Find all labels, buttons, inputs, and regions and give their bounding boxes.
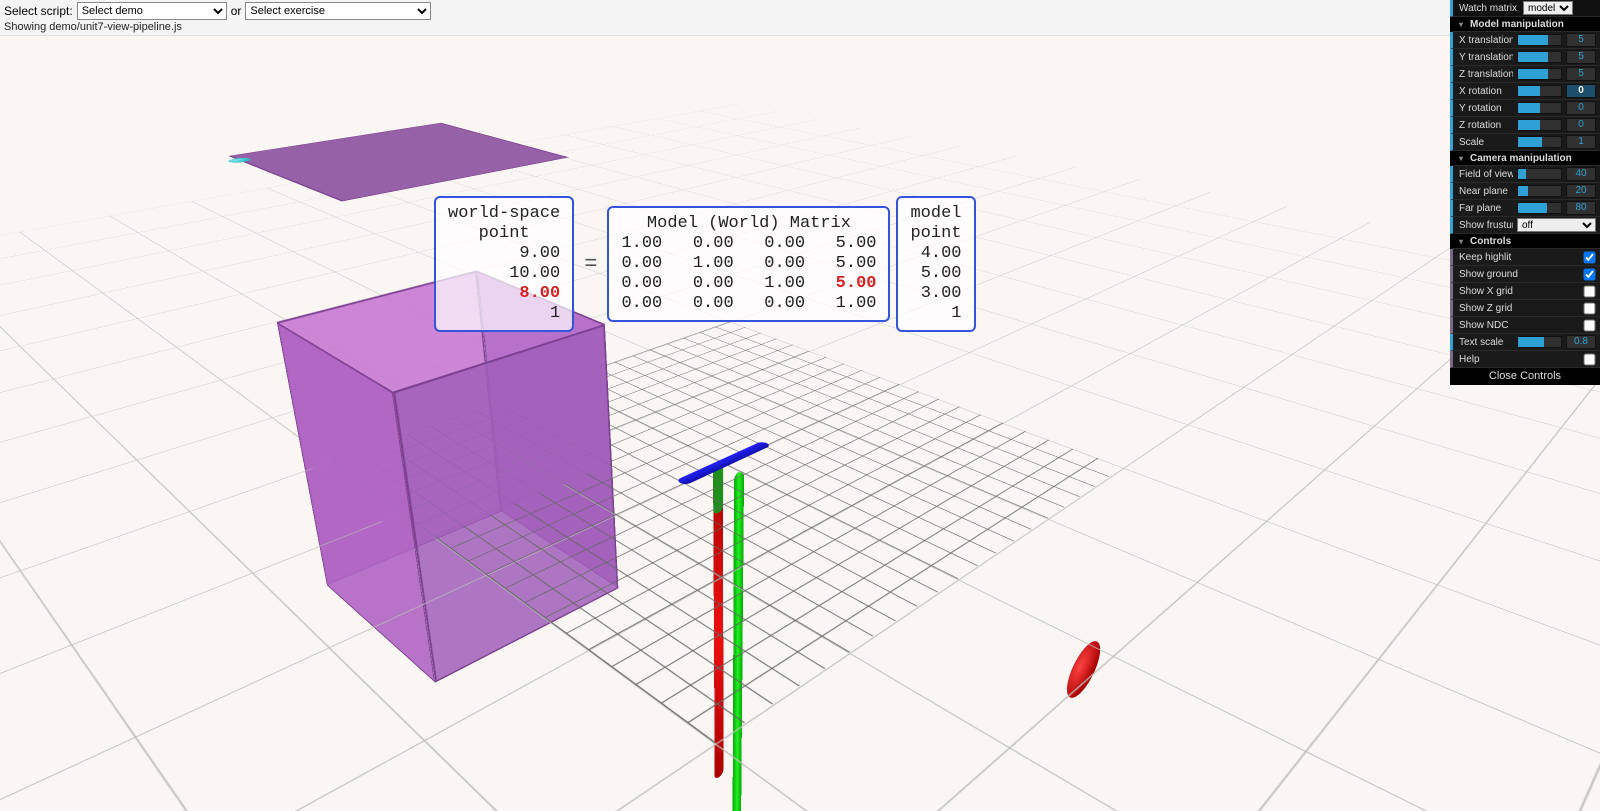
value-box[interactable]: 5 <box>1566 50 1596 64</box>
control-row[interactable]: Show ground <box>1450 266 1600 283</box>
value-box[interactable]: 40 <box>1566 167 1596 181</box>
slider[interactable] <box>1517 168 1562 180</box>
control-row[interactable]: Keep highlit <box>1450 249 1600 266</box>
slider[interactable] <box>1517 336 1562 348</box>
slider[interactable] <box>1517 102 1562 114</box>
control-row[interactable]: Show NDC <box>1450 317 1600 334</box>
or-label: or <box>231 4 242 18</box>
showing-path: Showing demo/unit7-view-pipeline.js <box>4 21 1596 33</box>
model-point-panel: model point 4.00 5.00 3.00 1 <box>896 196 975 332</box>
folder-header[interactable]: Camera manipulation <box>1450 151 1600 166</box>
value-box[interactable]: 20 <box>1566 184 1596 198</box>
control-row[interactable]: Y translation5 <box>1450 49 1600 66</box>
close-controls-button[interactable]: Close Controls <box>1450 368 1600 385</box>
folder-header[interactable]: Model manipulation <box>1450 17 1600 32</box>
viewport-3d[interactable] <box>0 24 1450 811</box>
slider[interactable] <box>1517 119 1562 131</box>
value-box[interactable]: 5 <box>1566 67 1596 81</box>
value-box[interactable]: 0 <box>1566 84 1596 98</box>
control-row[interactable]: Show Z grid <box>1450 300 1600 317</box>
slider[interactable] <box>1517 185 1562 197</box>
slider[interactable] <box>1517 136 1562 148</box>
matrix-overlay: world-space point 9.00 10.00 8.00 1 = Mo… <box>434 196 976 332</box>
slider[interactable] <box>1517 34 1562 46</box>
slider[interactable] <box>1517 51 1562 63</box>
watch-matrix-row[interactable]: Watch matrix model <box>1450 0 1600 17</box>
value-box[interactable]: 0 <box>1566 118 1596 132</box>
value-box[interactable]: 5 <box>1566 33 1596 47</box>
control-row[interactable]: X rotation0 <box>1450 83 1600 100</box>
value-box[interactable]: 80 <box>1566 201 1596 215</box>
folder-header[interactable]: Controls <box>1450 234 1600 249</box>
select-demo-dropdown[interactable]: Select demo <box>77 2 227 20</box>
control-row[interactable]: X translation5 <box>1450 32 1600 49</box>
control-row[interactable]: Z translation5 <box>1450 66 1600 83</box>
value-box[interactable]: 0.8 <box>1566 335 1596 349</box>
control-row[interactable]: Show X grid <box>1450 283 1600 300</box>
control-row[interactable]: Near plane20 <box>1450 183 1600 200</box>
checkbox[interactable] <box>1584 353 1596 365</box>
checkbox[interactable] <box>1584 319 1596 331</box>
value-box[interactable]: 0 <box>1566 101 1596 115</box>
slider[interactable] <box>1517 68 1562 80</box>
topbar: Select script: Select demo or Select exe… <box>0 0 1600 36</box>
equals-sign: = <box>580 252 601 277</box>
checkbox[interactable] <box>1584 251 1596 263</box>
value-box[interactable]: 1 <box>1566 135 1596 149</box>
controls-panel: Watch matrix model Model manipulationX t… <box>1450 0 1600 385</box>
watch-matrix-select[interactable]: model <box>1523 1 1573 15</box>
control-row[interactable]: Help <box>1450 351 1600 368</box>
slider[interactable] <box>1517 85 1562 97</box>
control-row[interactable]: Text scale0.8 <box>1450 334 1600 351</box>
control-row[interactable]: Scale1 <box>1450 134 1600 151</box>
checkbox[interactable] <box>1584 302 1596 314</box>
checkbox[interactable] <box>1584 285 1596 297</box>
control-row[interactable]: Show frustumoff <box>1450 217 1600 234</box>
control-row[interactable]: Y rotation0 <box>1450 100 1600 117</box>
slider[interactable] <box>1517 202 1562 214</box>
model-world-matrix-panel: Model (World) Matrix 1.00 0.00 0.00 5.00… <box>607 206 890 322</box>
world-space-point-panel: world-space point 9.00 10.00 8.00 1 <box>434 196 574 332</box>
select-script-label: Select script: <box>4 4 73 18</box>
select-exercise-dropdown[interactable]: Select exercise <box>245 2 431 20</box>
control-row[interactable]: Z rotation0 <box>1450 117 1600 134</box>
checkbox[interactable] <box>1584 268 1596 280</box>
select[interactable]: off <box>1517 218 1596 232</box>
control-row[interactable]: Field of view40 <box>1450 166 1600 183</box>
control-row[interactable]: Far plane80 <box>1450 200 1600 217</box>
